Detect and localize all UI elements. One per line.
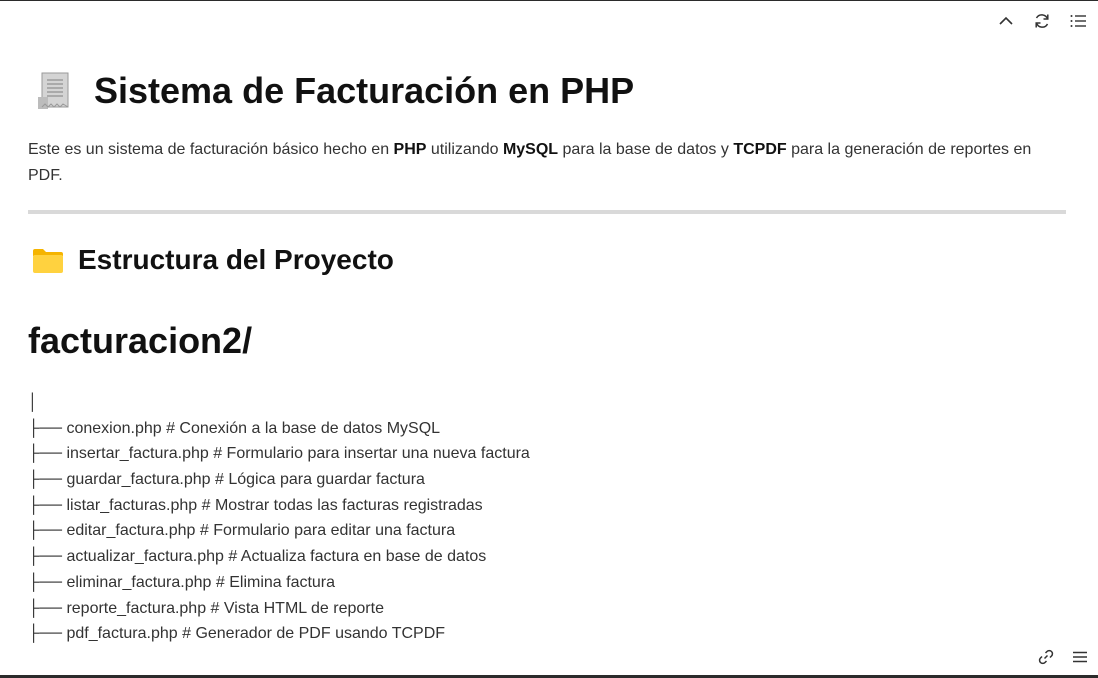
top-toolbar bbox=[994, 9, 1090, 33]
link-icon bbox=[1038, 649, 1054, 665]
tree-line: ├── pdf_factura.php # Generador de PDF u… bbox=[28, 625, 446, 643]
desc-text-2: utilizando bbox=[426, 141, 503, 158]
receipt-icon bbox=[38, 72, 69, 109]
tree-line: ├── conexion.php # Conexión a la base de… bbox=[28, 419, 441, 437]
file-tree: │ ├── conexion.php # Conexión a la base … bbox=[28, 390, 1066, 647]
markdown-content: Sistema de Facturación en PHP Este es un… bbox=[28, 63, 1066, 647]
preview-frame: Sistema de Facturación en PHP Este es un… bbox=[0, 0, 1098, 678]
collapse-button[interactable] bbox=[994, 9, 1018, 33]
menu-icon bbox=[1073, 651, 1087, 663]
page-title-text: Sistema de Facturación en PHP bbox=[94, 70, 635, 111]
menu-button[interactable] bbox=[1068, 645, 1092, 669]
refresh-icon bbox=[1035, 14, 1049, 28]
desc-tcpdf: TCPDF bbox=[733, 141, 787, 158]
bottom-toolbar bbox=[1034, 645, 1092, 669]
desc-text-3: para la base de datos y bbox=[558, 141, 734, 158]
tree-line: ├── editar_factura.php # Formulario para… bbox=[28, 522, 456, 540]
tree-line: ├── reporte_factura.php # Vista HTML de … bbox=[28, 599, 384, 617]
folder-icon bbox=[33, 249, 63, 273]
chevron-up-icon bbox=[999, 16, 1013, 25]
tree-line: ├── eliminar_factura.php # Elimina factu… bbox=[28, 573, 336, 591]
desc-php: PHP bbox=[393, 141, 427, 158]
section-heading-text: Estructura del Proyecto bbox=[78, 244, 394, 275]
description: Este es un sistema de facturación básico… bbox=[28, 137, 1066, 189]
horizontal-rule bbox=[28, 210, 1066, 214]
tree-line: ├── actualizar_factura.php # Actualiza f… bbox=[28, 548, 487, 566]
copy-link-button[interactable] bbox=[1034, 645, 1058, 669]
refresh-button[interactable] bbox=[1030, 9, 1054, 33]
desc-mysql: MySQL bbox=[502, 141, 559, 158]
section-heading: Estructura del Proyecto bbox=[28, 244, 1066, 276]
tree-line: ├── listar_facturas.php # Mostrar todas … bbox=[28, 496, 483, 514]
tree-line: │ bbox=[28, 394, 38, 411]
page-title: Sistema de Facturación en PHP bbox=[28, 63, 1066, 119]
outline-button[interactable] bbox=[1066, 9, 1090, 33]
tree-line: ├── guardar_factura.php # Lógica para gu… bbox=[28, 471, 425, 489]
desc-text-1: Este es un sistema de facturación básico… bbox=[28, 141, 394, 158]
list-icon bbox=[1070, 15, 1086, 27]
tree-line: ├── insertar_factura.php # Formulario pa… bbox=[28, 445, 530, 463]
directory-heading: facturacion2/ bbox=[28, 320, 253, 361]
